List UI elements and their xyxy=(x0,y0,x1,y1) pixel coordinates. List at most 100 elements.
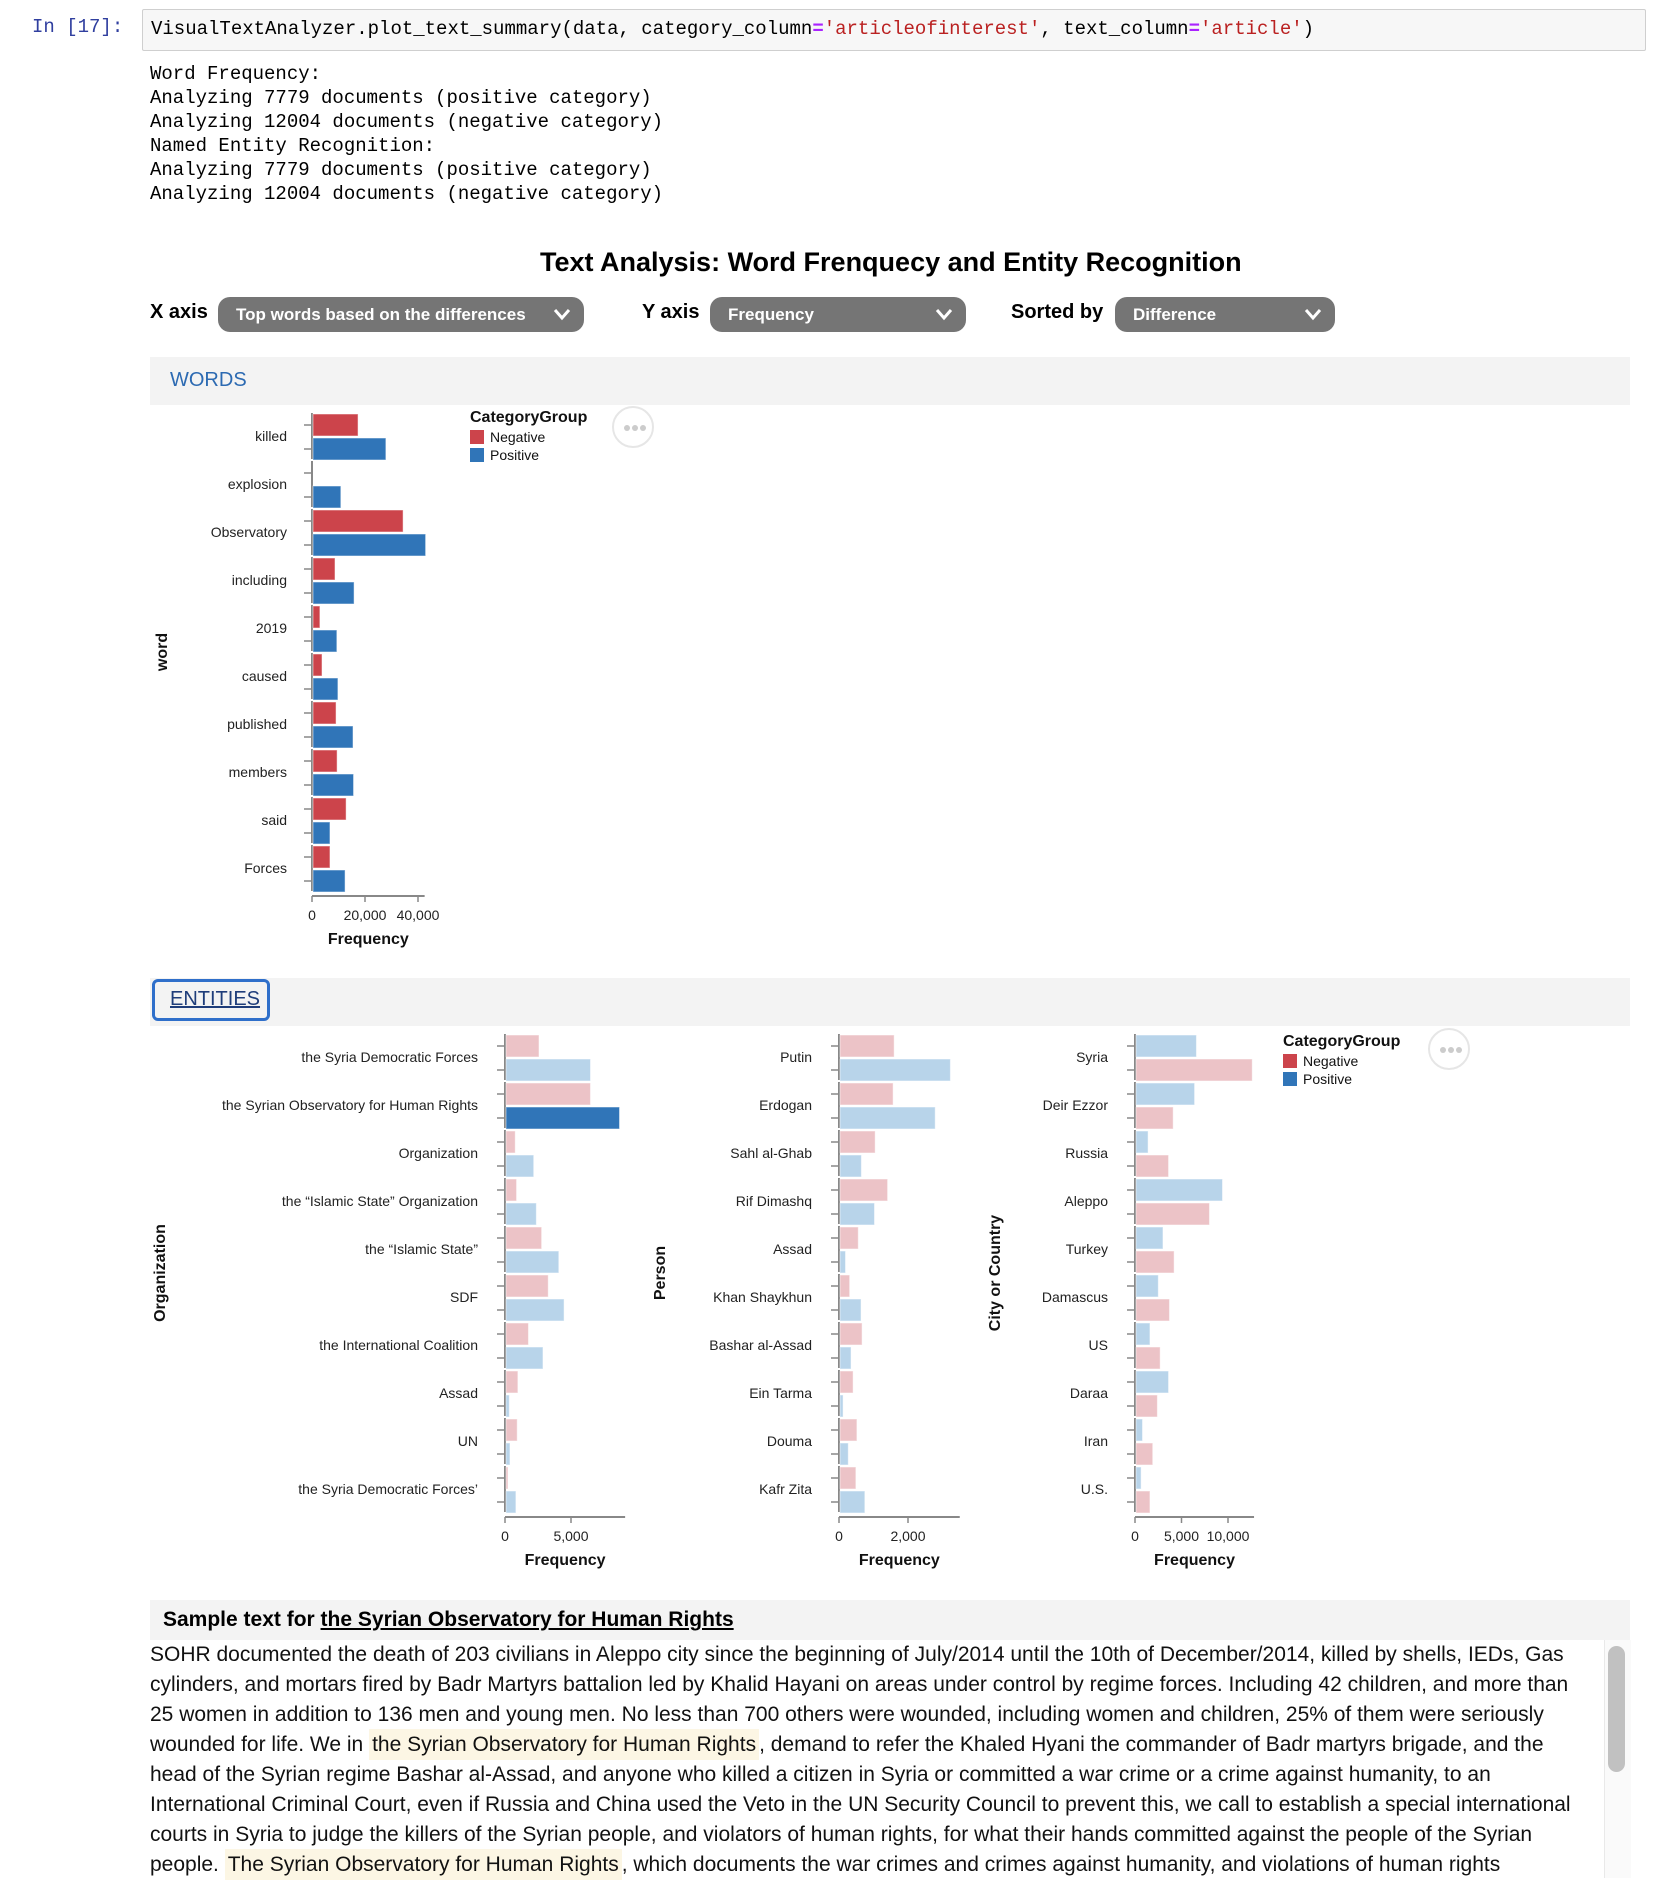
bar-negative xyxy=(839,1466,857,1490)
x-tick-label: 5,000 xyxy=(553,1528,588,1544)
bar-positive xyxy=(312,869,346,893)
code-line[interactable]: VisualTextAnalyzer.plot_text_summary(dat… xyxy=(151,18,1314,40)
bar-negative xyxy=(1135,1394,1158,1418)
x-axis-title: Frequency xyxy=(1154,1552,1235,1569)
y-axis-title: word xyxy=(154,633,171,672)
chevron-down-icon xyxy=(935,309,953,321)
category-label: the Syria Democratic Forces’ xyxy=(298,1481,478,1497)
bar-negative xyxy=(839,1178,889,1202)
bar-negative xyxy=(505,1130,516,1154)
bar-positive xyxy=(839,1106,936,1130)
x-tick-label: 0 xyxy=(308,907,316,923)
bar-negative xyxy=(505,1274,549,1298)
category-label: Putin xyxy=(780,1049,812,1065)
code-string: 'articleofinterest' xyxy=(823,18,1041,40)
sample-scrollbar-thumb[interactable] xyxy=(1608,1646,1625,1772)
bar-negative xyxy=(839,1130,876,1154)
bar-positive xyxy=(839,1202,875,1226)
code-suffix: ) xyxy=(1302,18,1315,40)
bar-negative xyxy=(312,605,321,629)
category-label: Ein Tarma xyxy=(749,1385,812,1401)
bar-negative xyxy=(505,1370,519,1394)
words-tab[interactable]: WORDS xyxy=(170,369,247,392)
category-label: members xyxy=(229,764,287,780)
bar-positive xyxy=(1135,1034,1197,1058)
bar-negative xyxy=(1135,1490,1151,1514)
bar-positive xyxy=(1135,1130,1149,1154)
x-axis-title: Frequency xyxy=(328,931,409,948)
entities-section-header xyxy=(150,978,1630,1026)
bar-positive xyxy=(505,1442,511,1466)
bar-negative xyxy=(312,413,359,437)
words-section-header xyxy=(150,357,1630,405)
category-label: SDF xyxy=(450,1289,478,1305)
bar-positive xyxy=(505,1250,560,1274)
category-label: Iran xyxy=(1084,1433,1108,1449)
bar-negative xyxy=(1135,1154,1170,1178)
bar-negative xyxy=(839,1370,854,1394)
bar-positive xyxy=(312,581,355,605)
legend-label: Positive xyxy=(1303,1071,1352,1087)
legend-label: Negative xyxy=(490,429,545,445)
category-label: Assad xyxy=(773,1241,812,1257)
category-label: US xyxy=(1089,1337,1108,1353)
x-axis-title: Frequency xyxy=(525,1552,606,1569)
entities-tab[interactable]: ENTITIES xyxy=(170,988,260,1011)
entities-charts: the Syria Democratic Forces the Syrian Ob… xyxy=(152,1033,1401,1569)
bar-negative xyxy=(505,1418,518,1442)
legend: CategoryGroup Negative Positive xyxy=(1283,1033,1401,1087)
chart-actions-menu-button[interactable] xyxy=(1428,1028,1470,1070)
category-label: Assad xyxy=(439,1385,478,1401)
bar-positive xyxy=(505,1298,565,1322)
chevron-down-icon xyxy=(553,309,571,321)
output-line: Named Entity Recognition: xyxy=(150,135,436,157)
x-tick-label: 2,000 xyxy=(890,1528,925,1544)
cell-prompt: In [17]: xyxy=(32,16,124,38)
bar-positive xyxy=(1135,1418,1144,1442)
bar-negative xyxy=(312,749,338,773)
bar-negative xyxy=(1135,1346,1161,1370)
bar-positive xyxy=(1135,1082,1196,1106)
sample-text-segment: , which documents the war crimes and cri… xyxy=(621,1853,1501,1876)
output-line: Analyzing 12004 documents (negative cate… xyxy=(150,183,664,205)
bar-positive xyxy=(312,821,331,845)
sample-text-title: Sample text for the Syrian Observatory f… xyxy=(163,1608,734,1632)
code-operator: = xyxy=(1188,18,1200,40)
output-line: Analyzing 7779 documents (positive categ… xyxy=(150,87,652,109)
x-tick-label: 0 xyxy=(835,1528,843,1544)
chart-organization: the Syria Democratic Forces the Syrian Ob… xyxy=(152,1034,626,1569)
x-tick-label: 10,000 xyxy=(1207,1528,1250,1544)
bar-negative xyxy=(839,1418,858,1442)
category-label: published xyxy=(227,716,287,732)
category-label: Kafr Zita xyxy=(759,1481,812,1497)
y-axis-select[interactable]: Frequency xyxy=(710,297,966,332)
chevron-down-icon xyxy=(1304,309,1322,321)
bar-positive xyxy=(839,1442,849,1466)
sample-entity-link[interactable]: the Syrian Observatory for Human Rights xyxy=(321,1608,734,1631)
bar-positive xyxy=(839,1058,951,1082)
chart-actions-menu-button[interactable] xyxy=(612,406,654,448)
output-line: Word Frequency: xyxy=(150,63,322,85)
code-string: 'article' xyxy=(1200,18,1303,40)
bar-positive xyxy=(312,533,427,557)
bar-negative xyxy=(312,509,404,533)
x-axis-select-value: Top words based on the differences xyxy=(236,305,526,324)
bar-positive xyxy=(839,1490,866,1514)
category-label: Aleppo xyxy=(1064,1193,1108,1209)
bar-positive xyxy=(505,1202,537,1226)
category-label: killed xyxy=(255,428,287,444)
bar-negative xyxy=(505,1466,509,1490)
sorted-by-label: Sorted by xyxy=(1011,301,1104,323)
category-label: Forces xyxy=(244,860,287,876)
sorted-by-select[interactable]: Difference xyxy=(1115,297,1335,332)
x-tick-label: 20,000 xyxy=(344,907,387,923)
bar-positive xyxy=(1135,1466,1142,1490)
output-line: Analyzing 7779 documents (positive categ… xyxy=(150,159,652,181)
bar-negative xyxy=(312,653,323,677)
category-label: Syria xyxy=(1076,1049,1108,1065)
bar-positive xyxy=(1135,1322,1151,1346)
bar-positive xyxy=(839,1250,847,1274)
x-axis-select[interactable]: Top words based on the differences xyxy=(218,297,584,332)
output-line: Analyzing 12004 documents (negative cate… xyxy=(150,111,664,133)
category-label: Sahl al-Ghab xyxy=(730,1145,812,1161)
